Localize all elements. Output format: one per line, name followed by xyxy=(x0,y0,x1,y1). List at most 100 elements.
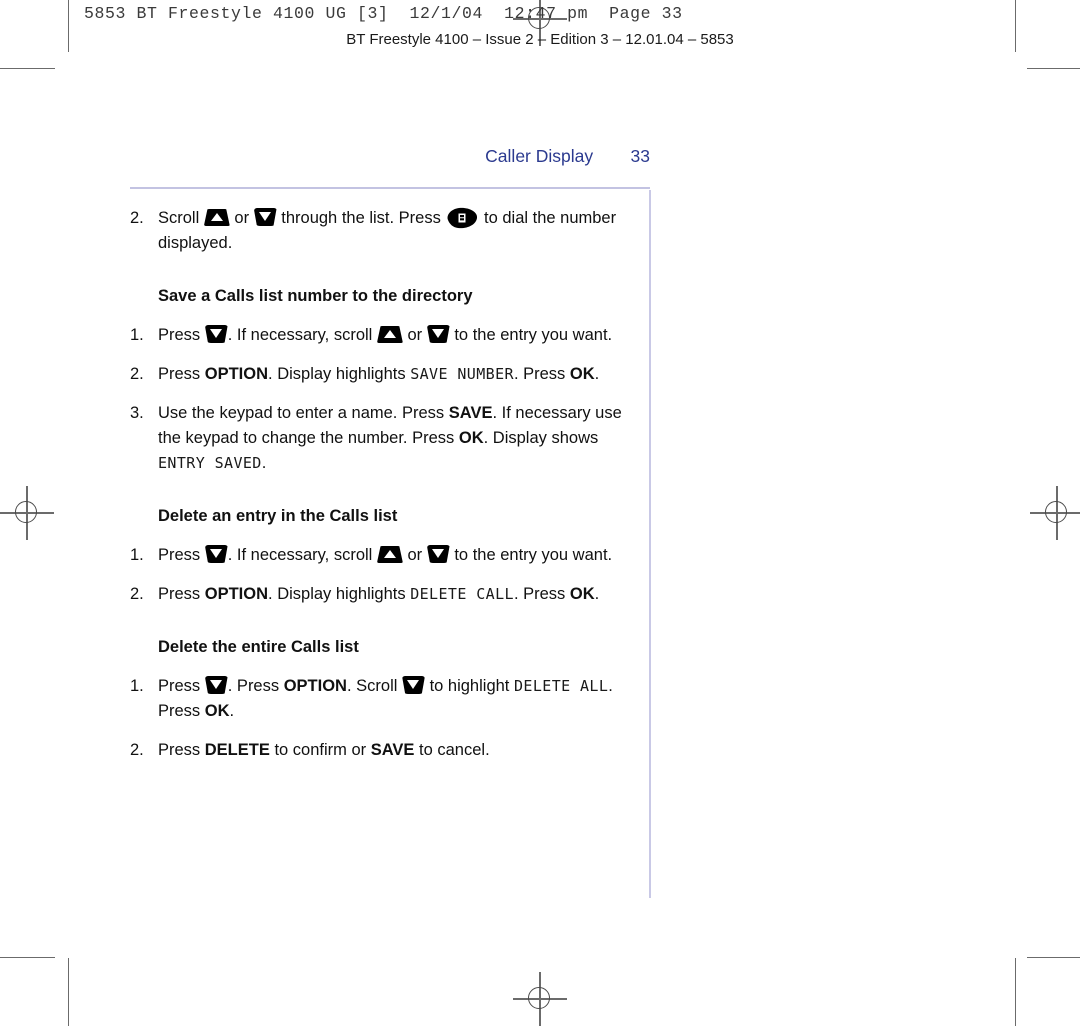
key-label-ok: OK xyxy=(569,585,595,603)
list-item: 3. Use the keypad to enter a name. Press… xyxy=(130,401,640,476)
scroll-down-key-icon xyxy=(401,676,425,694)
list-item: 2. Press OPTION. Display highlights SAVE… xyxy=(130,362,640,387)
step-number: 1. xyxy=(130,677,144,695)
scroll-down-key-icon xyxy=(426,545,450,563)
step-text-part: Press xyxy=(158,741,205,759)
step-text-part: . Press xyxy=(227,677,284,695)
step-text-part: . Display highlights xyxy=(268,585,411,603)
key-label-delete: DELETE xyxy=(204,741,270,759)
step-text-part: Press xyxy=(158,365,205,383)
scroll-up-key-icon xyxy=(203,209,230,226)
key-label-save: SAVE xyxy=(448,404,493,422)
column-divider xyxy=(649,190,651,898)
step-text-part: . xyxy=(594,365,600,383)
step-text-part: or xyxy=(229,209,254,227)
scroll-down-key-icon xyxy=(426,325,450,343)
key-label-ok: OK xyxy=(204,702,230,720)
registration-circle xyxy=(1045,501,1067,523)
step-text: Press DELETE to confirm or SAVE to cance… xyxy=(158,738,640,763)
step-number: 1. xyxy=(130,326,144,344)
registration-mark-left xyxy=(0,486,54,540)
crop-mark-bottom-left-vertical xyxy=(68,958,69,1026)
key-label-option: OPTION xyxy=(204,585,269,603)
step-text-part: to cancel. xyxy=(414,741,490,759)
step-text-part: . If necessary, scroll xyxy=(227,546,377,564)
display-text: DELETE CALL xyxy=(410,585,514,603)
scroll-down-key-icon xyxy=(204,676,228,694)
list-item: 2. Press OPTION. Display highlights DELE… xyxy=(130,582,640,607)
step-text-part: Press xyxy=(158,677,205,695)
step-number: 2. xyxy=(130,585,144,603)
step-text-part: . Display shows xyxy=(483,429,599,447)
step-text-part: to the entry you want. xyxy=(449,326,613,344)
list-item: 2. Scroll or through the list. Press to … xyxy=(130,206,640,256)
edition-line: BT Freestyle 4100 – Issue 2 – Edition 3 … xyxy=(346,31,734,48)
page-number: 33 xyxy=(630,146,650,166)
list-item: 1. Press . Press OPTION. Scroll to highl… xyxy=(130,674,640,724)
registration-circle xyxy=(15,501,37,523)
step-text-part: . xyxy=(261,454,267,472)
crop-mark-bottom-right-vertical xyxy=(1015,958,1016,1026)
page-content: 2. Scroll or through the list. Press to … xyxy=(130,206,640,777)
step-text-part: Press xyxy=(158,326,205,344)
key-label-ok: OK xyxy=(458,429,484,447)
scroll-down-key-icon xyxy=(204,325,228,343)
step-text-part: . xyxy=(229,702,235,720)
running-head: Caller Display 33 xyxy=(130,146,650,167)
crop-mark-bottom-right-horizontal xyxy=(1027,957,1080,958)
scroll-up-key-icon xyxy=(376,546,403,563)
step-text-part: or xyxy=(402,546,427,564)
step-text-part: . Press xyxy=(513,585,570,603)
section-heading-delete-entry: Delete an entry in the Calls list xyxy=(158,507,398,525)
scroll-up-key-icon xyxy=(376,326,403,343)
display-text: SAVE NUMBER xyxy=(410,365,514,383)
display-text: DELETE ALL xyxy=(513,677,609,695)
step-number: 2. xyxy=(130,741,144,759)
step-text: Press . If necessary, scroll or to the e… xyxy=(158,543,640,568)
step-number: 2. xyxy=(130,209,144,227)
step-text-part: to highlight xyxy=(424,677,514,695)
step-text: Press OPTION. Display highlights SAVE NU… xyxy=(158,362,640,387)
step-text-part: . If necessary, scroll xyxy=(227,326,377,344)
list-item: 1. Press . If necessary, scroll or to th… xyxy=(130,323,640,348)
section-heading-delete-all: Delete the entire Calls list xyxy=(158,638,359,656)
key-label-option: OPTION xyxy=(283,677,347,695)
step-text-part: . Display highlights xyxy=(268,365,411,383)
step-text-part: or xyxy=(402,326,427,344)
crop-mark-top-right-horizontal xyxy=(1027,68,1080,69)
prepress-header-line: 5853 BT Freestyle 4100 UG [3] 12/1/04 12… xyxy=(84,4,683,23)
step-text-part: Scroll xyxy=(158,209,204,227)
step-text: Use the keypad to enter a name. Press SA… xyxy=(158,401,640,476)
dial-key-icon xyxy=(447,207,478,229)
key-label-option: OPTION xyxy=(204,365,269,383)
step-text-part: . Press xyxy=(513,365,570,383)
crop-mark-bottom-left-horizontal xyxy=(0,957,55,958)
section-heading-save-number: Save a Calls list number to the director… xyxy=(158,287,473,305)
step-text-part: through the list. Press xyxy=(276,209,446,227)
key-label-save: SAVE xyxy=(370,741,415,759)
step-text-part: . Scroll xyxy=(346,677,402,695)
crop-mark-top-left-horizontal xyxy=(0,68,55,69)
step-text-part: Press xyxy=(158,585,205,603)
registration-mark-right xyxy=(1030,486,1080,540)
registration-circle xyxy=(528,987,550,1009)
step-text: Scroll or through the list. Press to dia… xyxy=(158,206,640,256)
step-number: 2. xyxy=(130,365,144,383)
step-text-part: Press xyxy=(158,546,205,564)
step-text: Press . Press OPTION. Scroll to highligh… xyxy=(158,674,640,724)
step-number: 1. xyxy=(130,546,144,564)
step-text: Press OPTION. Display highlights DELETE … xyxy=(158,582,640,607)
scroll-down-key-icon xyxy=(204,545,228,563)
list-item: 2. Press DELETE to confirm or SAVE to ca… xyxy=(130,738,640,763)
registration-mark-bottom xyxy=(513,972,567,1026)
step-text-part: Use the keypad to enter a name. Press xyxy=(158,404,449,422)
page-title: Caller Display xyxy=(485,146,594,166)
step-text-part: to the entry you want. xyxy=(449,546,613,564)
step-number: 3. xyxy=(130,404,144,422)
step-text-part: . xyxy=(594,585,600,603)
list-item: 1. Press . If necessary, scroll or to th… xyxy=(130,543,640,568)
display-text: ENTRY SAVED xyxy=(158,454,262,472)
header-rule xyxy=(130,187,650,189)
step-text-part: to confirm or xyxy=(269,741,371,759)
scroll-down-key-icon xyxy=(253,208,277,226)
